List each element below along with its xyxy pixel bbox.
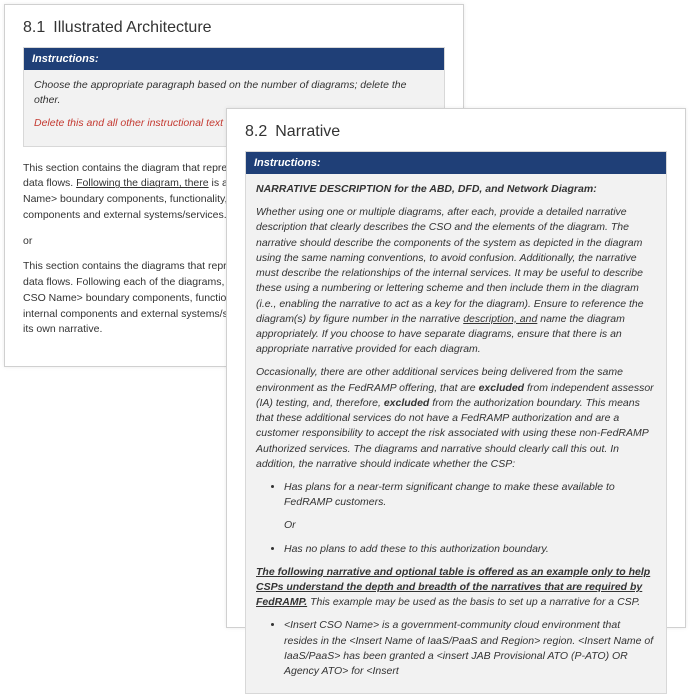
section-number: 8.1 [23, 19, 45, 37]
text-run: This example may be used as the basis to… [307, 596, 640, 608]
or-separator: Or [256, 518, 656, 533]
underlined-text: description, and [463, 313, 537, 325]
bullet-list: Has no plans to add these to this author… [256, 542, 656, 557]
bold-text: excluded [479, 382, 525, 394]
underlined-text: Following the diagram, there [76, 177, 209, 189]
section-title: Narrative [275, 123, 340, 140]
instructions-header: Instructions: [24, 48, 444, 70]
narrative-subtitle: NARRATIVE DESCRIPTION for the ABD, DFD, … [256, 182, 656, 197]
list-item: Has no plans to add these to this author… [284, 542, 656, 557]
bullet-list: Has plans for a near-term significant ch… [256, 480, 656, 510]
document-page-8-2: 8.2 Narrative Instructions: NARRATIVE DES… [226, 108, 686, 628]
list-item: Has plans for a near-term significant ch… [284, 480, 656, 510]
paragraph: Occasionally, there are other additional… [256, 365, 656, 472]
section-heading-8-1: 8.1 Illustrated Architecture [23, 19, 445, 37]
section-number: 8.2 [245, 123, 267, 141]
bullet-list: <Insert CSO Name> is a government-commun… [256, 618, 656, 679]
section-title: Illustrated Architecture [53, 19, 211, 36]
text-run: Whether using one or multiple diagrams, … [256, 206, 644, 325]
section-heading-8-2: 8.2 Narrative [245, 123, 667, 141]
paragraph: Whether using one or multiple diagrams, … [256, 205, 656, 357]
instructions-box: Instructions: NARRATIVE DESCRIPTION for … [245, 151, 667, 694]
bold-text: excluded [384, 397, 430, 409]
paragraph: The following narrative and optional tab… [256, 565, 656, 611]
instructions-body: NARRATIVE DESCRIPTION for the ABD, DFD, … [246, 174, 666, 693]
instructions-header: Instructions: [246, 152, 666, 174]
list-item: <Insert CSO Name> is a government-commun… [284, 618, 656, 679]
instructions-line: Choose the appropriate paragraph based o… [34, 78, 434, 108]
